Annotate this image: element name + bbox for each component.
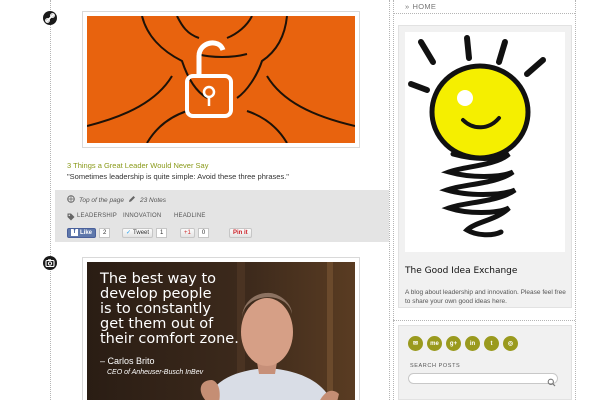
- facebook-like-widget[interactable]: f Like 2: [67, 227, 111, 238]
- camera-icon: [43, 256, 57, 270]
- email-icon[interactable]: ✉: [408, 336, 423, 351]
- post-title-link[interactable]: 3 Things a Great Leader Would Never Say: [67, 161, 208, 170]
- google-plus-widget[interactable]: +1 0: [180, 227, 210, 238]
- tweet-label: Tweet: [133, 229, 150, 236]
- tag-leadership[interactable]: LEADERSHIP: [77, 213, 117, 219]
- facebook-like-button[interactable]: f Like: [67, 227, 97, 238]
- blog-description: A blog about leadership and innovation. …: [405, 289, 566, 305]
- sidebar-divider: [393, 320, 575, 321]
- tag-icon: [67, 213, 75, 221]
- tweet-widget[interactable]: ✓ Tweet 1: [122, 227, 168, 238]
- home-link[interactable]: » HOME: [405, 2, 436, 11]
- quote-line: their comfort zone.: [100, 331, 239, 347]
- pencil-icon: [128, 195, 136, 205]
- post-image-quote[interactable]: The best way to develop people is to con…: [87, 262, 355, 400]
- double-chevron-right-icon: »: [405, 2, 410, 11]
- content-border-right: [389, 0, 390, 400]
- globe-icon: [67, 195, 75, 205]
- globe-icon[interactable]: ◎: [503, 336, 518, 351]
- pinterest-widget[interactable]: Pin it: [229, 227, 252, 238]
- post-image-padlock[interactable]: [87, 16, 355, 143]
- quote-line: get them out of: [100, 316, 214, 332]
- link-icon: [43, 11, 57, 25]
- lightbulb-logo[interactable]: [405, 32, 565, 252]
- post-image-frame[interactable]: [82, 11, 360, 148]
- google-plus-button[interactable]: +1: [180, 227, 195, 238]
- like-label: Like: [80, 229, 93, 236]
- blog-info-card: The Good Idea Exchange A blog about lead…: [398, 25, 572, 308]
- linkedin-icon[interactable]: in: [465, 336, 480, 351]
- blog-title[interactable]: The Good Idea Exchange: [405, 266, 517, 276]
- home-label: HOME: [412, 2, 437, 11]
- post-excerpt: "Sometimes leadership is quite simple: A…: [67, 172, 289, 181]
- notes-count: 23 Notes: [140, 196, 167, 204]
- google-plus-icon[interactable]: g+: [446, 336, 461, 351]
- quote-text: The best way to develop people is to con…: [100, 272, 250, 347]
- tweet-button[interactable]: ✓ Tweet: [122, 227, 154, 238]
- tweet-count: 1: [156, 227, 168, 238]
- timeline-line: [50, 0, 51, 400]
- tag-innovation[interactable]: INNOVATION: [123, 213, 161, 219]
- facebook-icon: f: [71, 229, 78, 236]
- twitter-icon[interactable]: t: [484, 336, 499, 351]
- like-count: 2: [99, 227, 111, 238]
- notes-link[interactable]: 23 Notes: [128, 195, 166, 205]
- top-of-page-label: Top of the page: [79, 196, 124, 204]
- post-image-frame[interactable]: The best way to develop people is to con…: [82, 257, 360, 400]
- pin-it-label: Pin it: [233, 229, 248, 236]
- gplus-label: +1: [184, 229, 191, 236]
- pin-it-button[interactable]: Pin it: [229, 227, 252, 238]
- top-of-page-link[interactable]: Top of the page: [67, 195, 124, 205]
- search-icon[interactable]: [547, 374, 556, 392]
- twitter-icon: ✓: [126, 230, 132, 236]
- gplus-count: 0: [197, 227, 210, 238]
- quote-line: is to constantly: [100, 301, 212, 317]
- search-input[interactable]: [408, 373, 558, 384]
- tag-headline[interactable]: HEADLINE: [174, 213, 206, 219]
- quote-line: develop people: [100, 286, 212, 302]
- quote-line: The best way to: [100, 271, 217, 287]
- quote-author: – Carlos Brito: [100, 356, 155, 366]
- sidebar-border-right: [575, 0, 576, 400]
- sidebar-divider: [393, 13, 575, 14]
- me-icon[interactable]: me: [427, 336, 442, 351]
- search-posts-label: SEARCH POSTS: [410, 363, 461, 369]
- sidebar-border-left: [393, 0, 394, 400]
- quote-author-role: CEO of Anheuser-Busch InBev: [107, 369, 204, 376]
